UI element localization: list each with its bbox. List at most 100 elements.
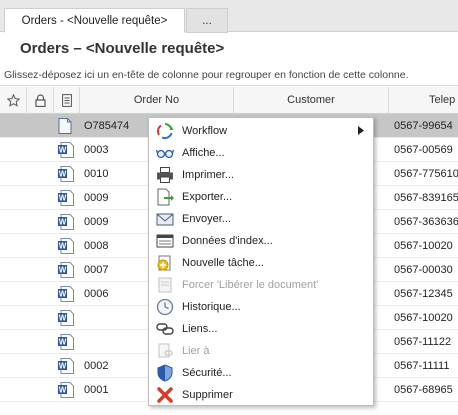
word-document-icon: W xyxy=(58,286,74,302)
header-document[interactable] xyxy=(54,87,80,114)
phone-cell: 0567-11122 xyxy=(394,336,452,348)
order-no-cell: 0009 xyxy=(84,192,109,204)
menu-item-supprimer[interactable]: Supprimer xyxy=(149,384,373,406)
star-icon xyxy=(7,94,20,107)
svg-text:W: W xyxy=(59,217,67,226)
menu-label: Imprimer... xyxy=(182,169,234,181)
svg-text:W: W xyxy=(59,361,67,370)
word-document-icon: W xyxy=(58,214,74,230)
menu-label: Workflow xyxy=(182,125,228,137)
order-no-cell: 0010 xyxy=(84,168,109,180)
word-document-icon: W xyxy=(58,142,74,158)
svg-text:W: W xyxy=(59,265,67,274)
word-document-icon: W xyxy=(58,262,74,278)
menu-item-workflow[interactable]: Workflow xyxy=(149,120,373,142)
word-document-icon: W xyxy=(58,310,74,326)
menu-label: Envoyer... xyxy=(182,213,231,225)
header-lock[interactable] xyxy=(27,87,54,114)
word-document-icon: W xyxy=(58,190,74,206)
menu-label: Sécurité... xyxy=(182,367,232,379)
phone-cell: 0567-10020 xyxy=(394,240,453,252)
menu-label: Forcer 'Libérer le document' xyxy=(182,279,319,291)
menu-label: Historique... xyxy=(182,301,241,313)
phone-cell: 0567-12345 xyxy=(394,288,453,300)
order-no-cell: 0006 xyxy=(84,288,109,300)
menu-item-lier-a[interactable]: Lier à xyxy=(149,340,373,362)
word-document-icon: W xyxy=(58,238,74,254)
link-to-icon xyxy=(158,343,173,358)
menu-item-imprimer[interactable]: Imprimer... xyxy=(149,164,373,186)
chevron-right-icon xyxy=(358,126,364,135)
header-customer[interactable]: Customer xyxy=(234,87,389,114)
export-icon xyxy=(157,188,174,206)
shield-icon xyxy=(157,364,173,382)
tab-orders-query[interactable]: Orders - <Nouvelle requête> xyxy=(4,8,185,33)
svg-text:W: W xyxy=(59,169,67,178)
order-no-cell: O785474 xyxy=(84,120,130,132)
tab-more[interactable]: ... xyxy=(186,8,228,33)
svg-text:W: W xyxy=(59,241,67,250)
menu-item-affiche[interactable]: Affiche... xyxy=(149,142,373,164)
context-menu: Workflow Affiche... Imprimer... Exporter… xyxy=(148,117,374,406)
menu-label: Nouvelle tâche... xyxy=(182,257,264,269)
header-telephone[interactable]: Telep xyxy=(389,87,458,114)
order-no-cell: 0008 xyxy=(84,240,109,252)
menu-label: Liens... xyxy=(182,323,218,335)
order-no-cell: 0009 xyxy=(84,216,109,228)
svg-text:W: W xyxy=(59,385,67,394)
phone-cell: 0567-68965 xyxy=(394,384,453,396)
group-by-drop-area[interactable]: Glissez-déposez ici un en-tête de colonn… xyxy=(0,64,458,86)
new-task-icon xyxy=(157,255,171,271)
document-icon xyxy=(62,94,72,107)
phone-cell: 0567-775610 xyxy=(394,168,458,180)
grid-header: Order No Customer Telep xyxy=(0,87,458,114)
menu-label: Supprimer xyxy=(182,389,233,401)
tab-bar: Orders - <Nouvelle requête> ... xyxy=(0,0,458,33)
menu-item-forcer-liberer[interactable]: Forcer 'Libérer le document' xyxy=(149,274,373,296)
menu-label: Affiche... xyxy=(182,147,225,159)
menu-item-liens[interactable]: Liens... xyxy=(149,318,373,340)
phone-cell: 0567-99654 xyxy=(394,120,453,132)
phone-cell: 0567-11111 xyxy=(394,360,450,372)
phone-cell: 0567-00030 xyxy=(394,264,453,276)
phone-cell: 0567-363636 xyxy=(394,216,458,228)
generic-document-icon xyxy=(58,118,72,134)
menu-item-exporter[interactable]: Exporter... xyxy=(149,186,373,208)
svg-text:W: W xyxy=(59,337,67,346)
menu-item-historique[interactable]: Historique... xyxy=(149,296,373,318)
order-no-cell: 0003 xyxy=(84,144,109,156)
menu-label: Lier à xyxy=(182,345,210,357)
delete-icon xyxy=(157,387,173,403)
printer-icon xyxy=(157,167,173,183)
menu-item-nouvelle-tache[interactable]: Nouvelle tâche... xyxy=(149,252,373,274)
header-order-no[interactable]: Order No xyxy=(80,87,234,114)
glasses-icon xyxy=(156,149,174,159)
lock-icon xyxy=(35,94,46,107)
menu-label: Exporter... xyxy=(182,191,233,203)
header-favorite[interactable] xyxy=(0,87,27,114)
force-release-icon xyxy=(158,277,172,293)
svg-text:W: W xyxy=(59,145,67,154)
links-icon xyxy=(156,323,174,335)
index-data-icon xyxy=(156,234,174,248)
word-document-icon: W xyxy=(58,166,74,182)
phone-cell: 0567-10020 xyxy=(394,312,453,324)
word-document-icon: W xyxy=(58,358,74,374)
menu-label: Données d'index... xyxy=(182,235,273,247)
word-document-icon: W xyxy=(58,382,74,398)
menu-item-envoyer[interactable]: Envoyer... xyxy=(149,208,373,230)
workflow-icon xyxy=(156,123,174,140)
svg-text:W: W xyxy=(59,289,67,298)
phone-cell: 0567-00569 xyxy=(394,144,453,156)
page-title: Orders – <Nouvelle requête> xyxy=(20,40,225,57)
menu-item-donnees-index[interactable]: Données d'index... xyxy=(149,230,373,252)
svg-text:W: W xyxy=(59,313,67,322)
order-no-cell: 0002 xyxy=(84,360,109,372)
order-no-cell: 0001 xyxy=(84,384,109,396)
envelope-icon xyxy=(156,213,174,226)
word-document-icon: W xyxy=(58,334,74,350)
menu-item-securite[interactable]: Sécurité... xyxy=(149,362,373,384)
history-clock-icon xyxy=(156,298,174,316)
phone-cell: 0567-839165 xyxy=(394,192,458,204)
order-no-cell: 0007 xyxy=(84,264,109,276)
